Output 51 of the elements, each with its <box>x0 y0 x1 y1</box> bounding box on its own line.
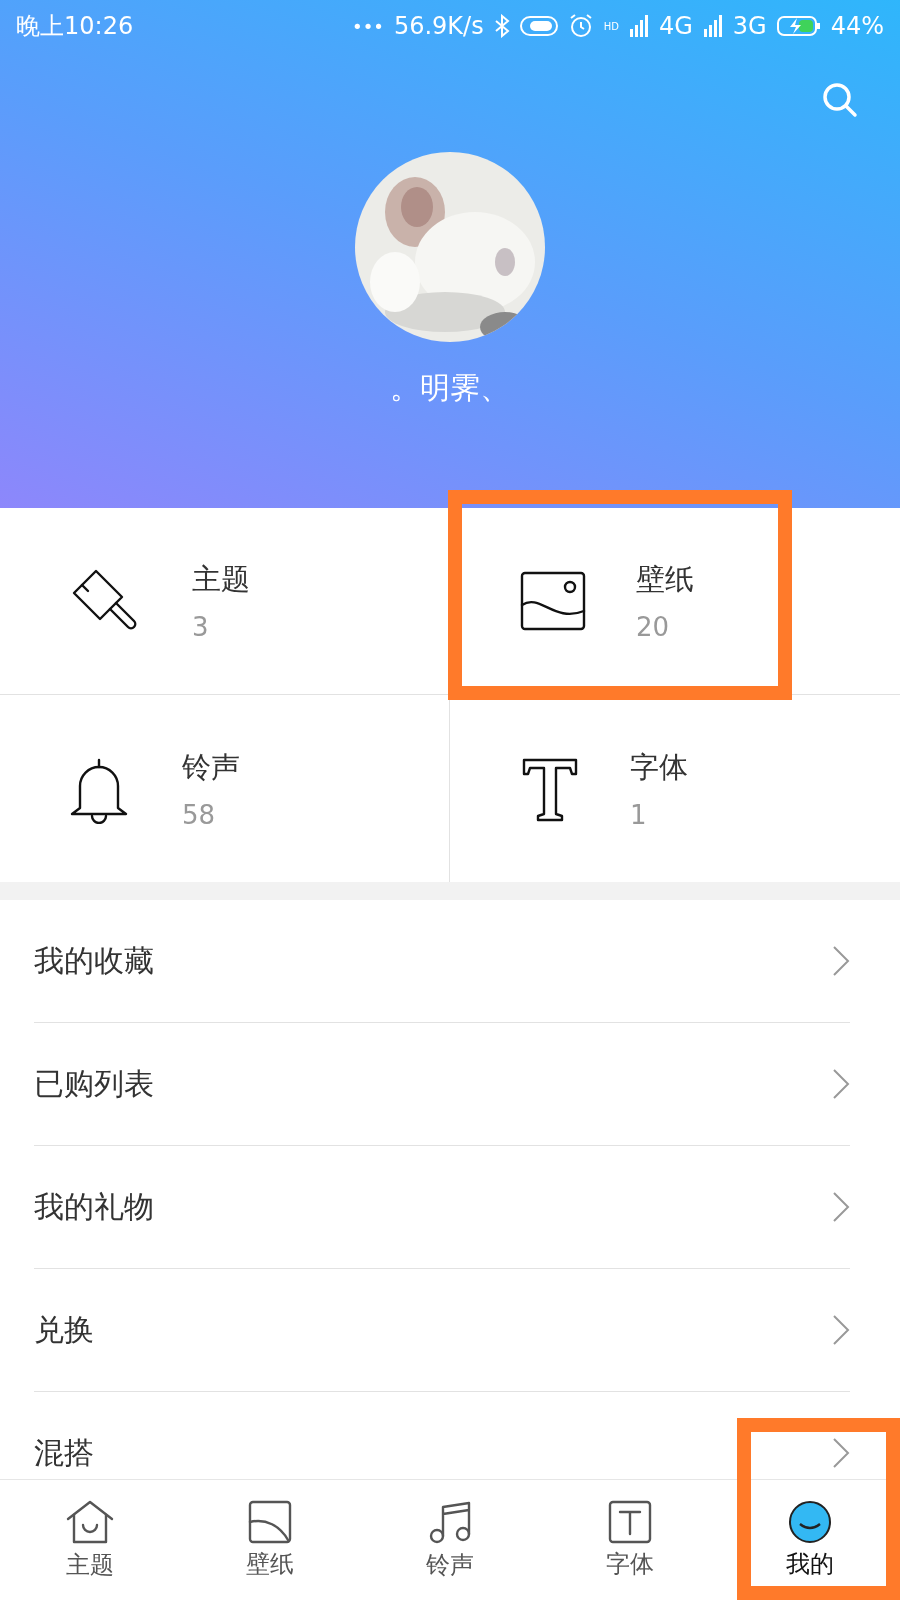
status-dots: ••• <box>352 15 384 37</box>
house-icon <box>65 1499 115 1545</box>
chevron-right-icon <box>832 1068 850 1100</box>
category-label: 壁纸 <box>636 561 694 598</box>
menu-label: 我的收藏 <box>34 941 154 980</box>
menu-label: 混搭 <box>34 1433 94 1472</box>
category-tile[interactable]: 主题 3 <box>0 508 450 695</box>
signal-icon <box>628 15 649 37</box>
category-tile[interactable]: 铃声 58 <box>0 695 450 882</box>
menu-row[interactable]: 我的收藏 <box>34 900 850 1023</box>
smiley-face-icon <box>788 1500 832 1544</box>
battery-level: 44% <box>830 12 884 40</box>
category-label: 主题 <box>192 561 250 598</box>
nav-tab[interactable]: 壁纸 <box>180 1480 360 1600</box>
network-type: 3G <box>732 12 767 40</box>
image-icon <box>520 571 586 631</box>
music-note-icon <box>427 1499 473 1545</box>
category-label: 字体 <box>630 748 688 786</box>
category-tile[interactable]: 壁纸 20 <box>450 508 900 695</box>
category-count: 20 <box>636 612 671 642</box>
category-count: 3 <box>192 612 210 642</box>
nav-tab[interactable]: 铃声 <box>360 1480 540 1600</box>
signal-icon <box>702 15 723 37</box>
letter-t-icon <box>608 1500 652 1544</box>
category-count: 1 <box>630 799 648 830</box>
network-speed: 56.9K/s <box>393 12 484 40</box>
category-label: 铃声 <box>182 748 240 786</box>
network-type: 4G <box>658 12 693 40</box>
chevron-right-icon <box>832 1314 850 1346</box>
image-icon <box>248 1500 292 1544</box>
status-time: 晚上10:26 <box>16 11 134 42</box>
search-button[interactable] <box>820 80 860 120</box>
user-name: 。明霁、 <box>389 369 511 407</box>
nav-tab[interactable]: 主题 <box>0 1480 180 1600</box>
menu-row[interactable]: 我的礼物 <box>34 1146 850 1269</box>
bluetooth-icon <box>493 14 510 38</box>
menu-row[interactable]: 已购列表 <box>34 1023 850 1146</box>
chevron-right-icon <box>832 1191 850 1223</box>
nav-tab[interactable]: 字体 <box>540 1480 720 1600</box>
chevron-right-icon <box>832 1437 850 1469</box>
menu-label: 已购列表 <box>34 1064 154 1103</box>
nav-tab[interactable]: 我的 <box>720 1480 900 1600</box>
battery-icon <box>776 14 821 38</box>
toggle-icon <box>519 15 558 37</box>
chevron-right-icon <box>832 945 850 977</box>
category-count: 58 <box>182 799 217 830</box>
menu-label: 我的礼物 <box>34 1187 154 1226</box>
category-tile[interactable]: 字体 1 <box>450 695 900 882</box>
menu-row[interactable]: 兑换 <box>34 1269 850 1392</box>
hd-label: HD <box>603 20 619 32</box>
menu-label: 兑换 <box>34 1310 94 1349</box>
